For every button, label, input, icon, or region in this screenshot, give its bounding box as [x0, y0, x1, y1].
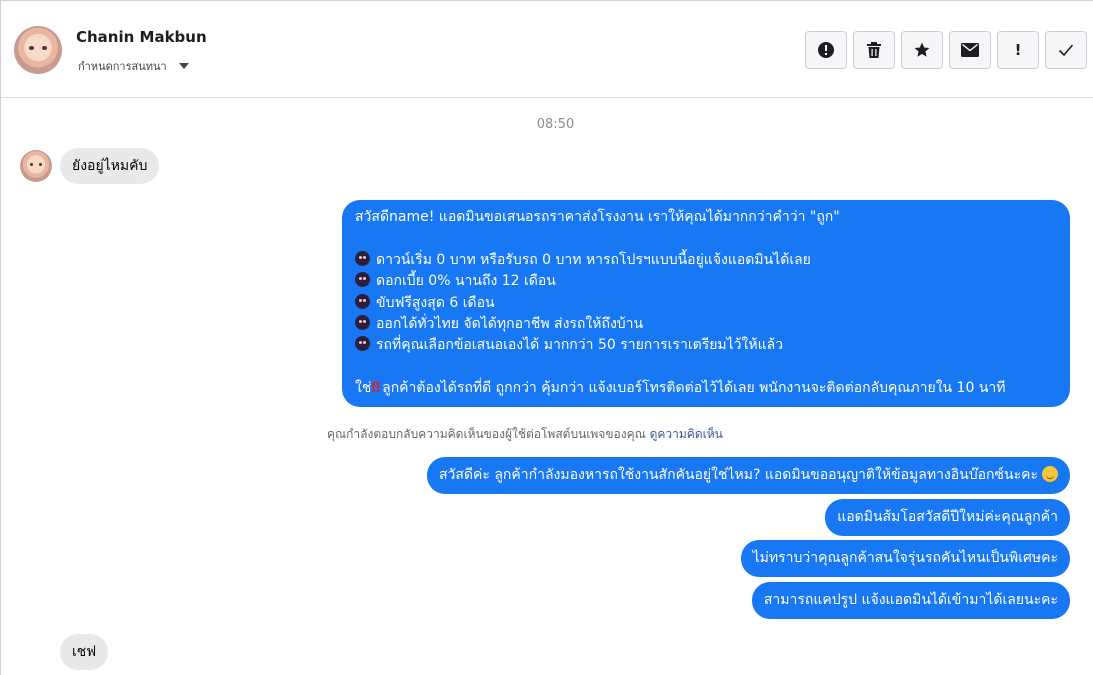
conversation-header: Chanin Makbun กำหนดการสนทนา !	[1, 1, 1093, 98]
outgoing-bubble[interactable]: สวัสดีค่ะ ลูกค้ากำลังมองหารถใช้งานสักคัน…	[426, 457, 1070, 494]
caret-down-icon	[178, 63, 189, 69]
exclamation-icon: !	[1014, 41, 1022, 59]
promo-bullet: ออกได้ทั่วไทย จัดได้ทุกอาชีพ ส่งรถให้ถึง…	[355, 314, 1057, 335]
incoming-bubble[interactable]: ยังอยู่ไหมคับ	[60, 148, 160, 184]
emoji-icon	[355, 250, 370, 266]
view-comment-link[interactable]: ดูความคิดเห็น	[650, 427, 723, 441]
message-timestamp: 08:50	[536, 117, 575, 132]
trash-icon	[866, 41, 882, 59]
alert-circle-icon	[817, 41, 835, 59]
smile-emoji-icon	[1042, 466, 1058, 482]
promo-bullet: ดอกเบี้ย 0% นานถึง 12 เดือน	[355, 271, 1057, 292]
spam-button[interactable]	[805, 31, 847, 69]
incoming-message: ยังอยู่ไหมคับ	[20, 148, 160, 184]
incoming-bubble[interactable]: เชฟ	[60, 634, 109, 670]
promo-closing: ใช่‼ ลูกค้าต้องได้รถที่ดี ถูกกว่า คุ้มกว่…	[355, 380, 1006, 397]
emoji-icon	[355, 314, 370, 330]
conversation-toolbar: !	[805, 31, 1087, 69]
star-button[interactable]	[901, 31, 943, 69]
checkmark-icon	[1058, 43, 1074, 57]
outgoing-bubble[interactable]: ไม่ทราบว่าคุณลูกค้าสนใจรุ่นรถคันไหนเป็นพ…	[740, 540, 1070, 577]
conversation-panel: Chanin Makbun กำหนดการสนทนา ! 08:50 ยังอ…	[0, 0, 1093, 675]
sender-avatar[interactable]	[20, 150, 52, 182]
notice-text: คุณกำลังตอบกลับความคิดเห็นของผู้ใช้ต่อโพ…	[327, 427, 646, 441]
envelope-icon	[961, 43, 979, 57]
star-icon	[913, 41, 931, 59]
outgoing-bubble[interactable]: แอดมินส้มโอสวัสดีปีใหม่ค่ะคุณลูกค้า	[825, 499, 1070, 536]
comment-reply-notice: คุณกำลังตอบกลับความคิดเห็นของผู้ใช้ต่อโพ…	[327, 425, 723, 444]
outgoing-bubble[interactable]: สามารถแคปรูป แจ้งแอดมินได้เข้ามาได้เลยนะ…	[751, 582, 1070, 619]
mark-unread-button[interactable]	[949, 31, 991, 69]
emoji-icon	[355, 293, 370, 309]
assign-conversation-dropdown[interactable]: กำหนดการสนทนา	[78, 57, 189, 75]
contact-avatar[interactable]	[14, 26, 62, 74]
double-exclamation-icon: ‼	[371, 380, 380, 397]
promo-line: สวัสดีname! แอดมินขอเสนอรถราคาส่งโรงงาน …	[355, 209, 840, 225]
delete-button[interactable]	[853, 31, 895, 69]
promo-bullet: ดาวน์เริ่ม 0 บาท หรือรับรถ 0 บาท หารถโปร…	[355, 250, 1057, 271]
contact-name[interactable]: Chanin Makbun	[76, 28, 207, 46]
mark-done-button[interactable]	[1045, 31, 1087, 69]
incoming-message: เชฟ	[60, 634, 109, 670]
outgoing-bubble-promo[interactable]: สวัสดีname! แอดมินขอเสนอรถราคาส่งโรงงาน …	[342, 200, 1070, 407]
emoji-icon	[355, 272, 370, 288]
promo-bullet: ขับฟรีสูงสุด 6 เดือน	[355, 293, 1057, 314]
promo-bullet: รถที่คุณเลือกข้อเสนอเองได้ มากกว่า 50 รา…	[355, 335, 1057, 356]
emoji-icon	[355, 336, 370, 352]
follow-up-button[interactable]: !	[997, 31, 1039, 69]
assign-label: กำหนดการสนทนา	[78, 60, 167, 73]
